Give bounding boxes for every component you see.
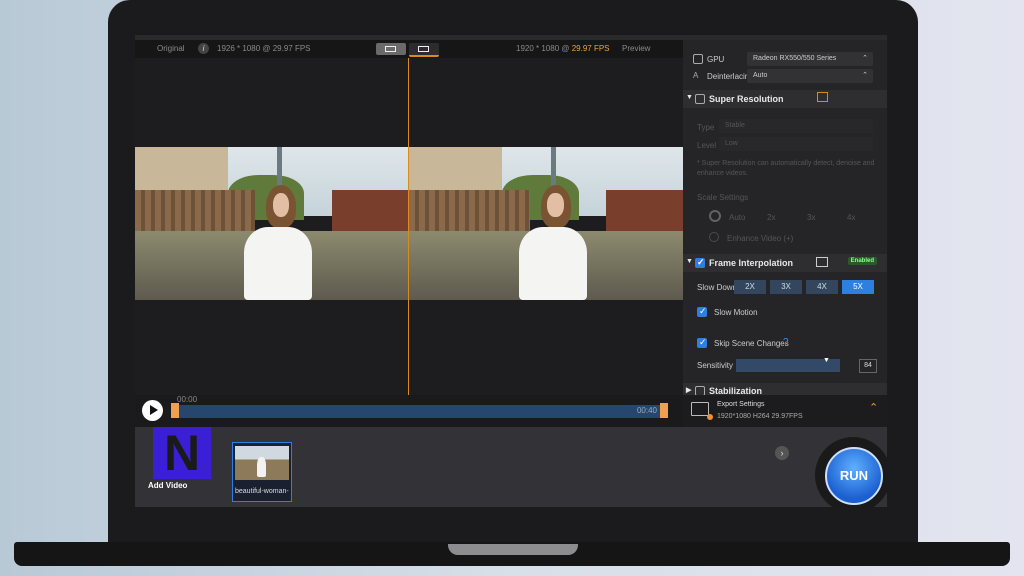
collapse-arrow-icon[interactable]: ▶ xyxy=(686,386,691,394)
settings-panel: GPU Radeon RX550/550 Series ⌃ A Deinterla… xyxy=(683,40,887,395)
split-divider[interactable] xyxy=(408,58,409,395)
original-video-frame xyxy=(135,147,408,300)
export-settings-icon xyxy=(691,402,713,420)
export-settings-bar[interactable]: Export Settings 1920*1080 H264 29.97FPS … xyxy=(683,395,887,427)
sr-note: * Super Resolution can automatically det… xyxy=(697,160,875,177)
timeline: 00:00 00:40 xyxy=(135,395,683,427)
slow-motion-checkbox[interactable] xyxy=(697,306,707,317)
original-label: Original xyxy=(157,44,185,53)
compare-mode-split-button[interactable] xyxy=(409,43,439,57)
stabilization-header[interactable]: ▶ Stabilization xyxy=(683,383,887,395)
trim-start-handle[interactable] xyxy=(171,403,179,418)
video-thumbnail[interactable]: beautiful-woman- xyxy=(232,442,292,502)
slider-thumb-icon[interactable]: ▼ xyxy=(823,357,830,364)
copy-icon[interactable] xyxy=(816,257,828,267)
collapse-arrow-icon[interactable]: ▼ xyxy=(686,94,693,101)
deinterlacing-select[interactable]: Auto ⌃ xyxy=(747,69,873,83)
preview-video-frame xyxy=(409,147,683,300)
deinterlacing-row: A Deinterlacing Auto ⌃ xyxy=(683,69,887,83)
laptop-notch xyxy=(448,544,578,555)
media-strip: N Add Video beautiful-woman- › RUN xyxy=(135,427,887,507)
sensitivity-row: Sensitivity ▼ 84 xyxy=(683,356,887,374)
compare-mode-side-by-side-button[interactable] xyxy=(376,43,406,55)
preview-area: Original i 1926 * 1080 @ 29.97 FPS 1920 … xyxy=(135,40,683,395)
skip-scene-checkbox[interactable] xyxy=(697,337,707,348)
time-start: 00:00 xyxy=(177,395,198,404)
time-end: 00:40 xyxy=(636,406,657,415)
trim-end-handle[interactable] xyxy=(660,403,668,418)
expand-icon[interactable] xyxy=(817,92,828,102)
preview-meta: 1920 * 1080 @ 29.97 FPS xyxy=(516,44,610,53)
enhance-video-radio[interactable] xyxy=(709,232,719,242)
app-window: Original i 1926 * 1080 @ 29.97 FPS 1920 … xyxy=(135,35,887,507)
add-video-button[interactable]: Add Video xyxy=(148,481,187,490)
slow-down-row: Slow Down 2X 3X 4X 5X xyxy=(683,280,887,294)
run-button[interactable]: RUN xyxy=(825,447,883,505)
gpu-select[interactable]: Radeon RX550/550 Series ⌃ xyxy=(747,52,873,66)
gpu-checkbox[interactable] xyxy=(693,54,703,64)
enabled-badge: Enabled xyxy=(847,257,877,265)
deinterlacing-icon: A xyxy=(693,71,699,80)
super-resolution-header[interactable]: ▼ Super Resolution xyxy=(683,90,887,108)
slow-down-4x-button[interactable]: 4X xyxy=(806,280,838,294)
stabilization-checkbox[interactable] xyxy=(695,386,705,395)
watermark-logo: N xyxy=(153,427,211,479)
slow-down-2x-button[interactable]: 2X xyxy=(734,280,766,294)
expand-up-icon[interactable]: ⌃ xyxy=(869,401,878,414)
help-icon[interactable]: ? xyxy=(783,337,789,348)
collapse-arrow-icon[interactable]: ▼ xyxy=(686,258,693,265)
sr-type-select[interactable]: Stable xyxy=(719,119,873,133)
timeline-track[interactable] xyxy=(175,405,665,418)
original-meta: 1926 * 1080 @ 29.97 FPS xyxy=(217,44,311,53)
select-arrow-icon: ⌃ xyxy=(862,72,868,79)
info-icon[interactable]: i xyxy=(198,43,209,54)
super-resolution-checkbox[interactable] xyxy=(695,94,705,104)
export-title: Export Settings xyxy=(717,401,765,408)
sr-level-select[interactable]: Low xyxy=(719,137,873,151)
thumbnail-name: beautiful-woman- xyxy=(235,488,289,495)
next-arrow-icon[interactable]: › xyxy=(775,446,789,460)
frame-interpolation-checkbox[interactable] xyxy=(695,257,705,268)
gpu-row: GPU Radeon RX550/550 Series ⌃ xyxy=(683,52,887,66)
export-detail: 1920*1080 H264 29.97FPS xyxy=(717,413,803,420)
slow-motion-row: Slow Motion xyxy=(683,305,887,319)
slow-down-3x-button[interactable]: 3X xyxy=(770,280,802,294)
select-arrow-icon: ⌃ xyxy=(862,55,868,62)
play-button[interactable] xyxy=(142,400,163,421)
skip-scene-row: Skip Scene Changes ? xyxy=(683,336,887,350)
preview-label: Preview xyxy=(622,44,651,53)
preview-header: Original i 1926 * 1080 @ 29.97 FPS 1920 … xyxy=(135,40,683,58)
gpu-label: GPU xyxy=(707,55,725,64)
slow-down-5x-button[interactable]: 5X xyxy=(842,280,874,294)
scale-radio[interactable] xyxy=(709,210,721,222)
sensitivity-value[interactable]: 84 xyxy=(859,359,877,373)
frame-interpolation-header[interactable]: ▼ Frame Interpolation Enabled xyxy=(683,254,887,272)
